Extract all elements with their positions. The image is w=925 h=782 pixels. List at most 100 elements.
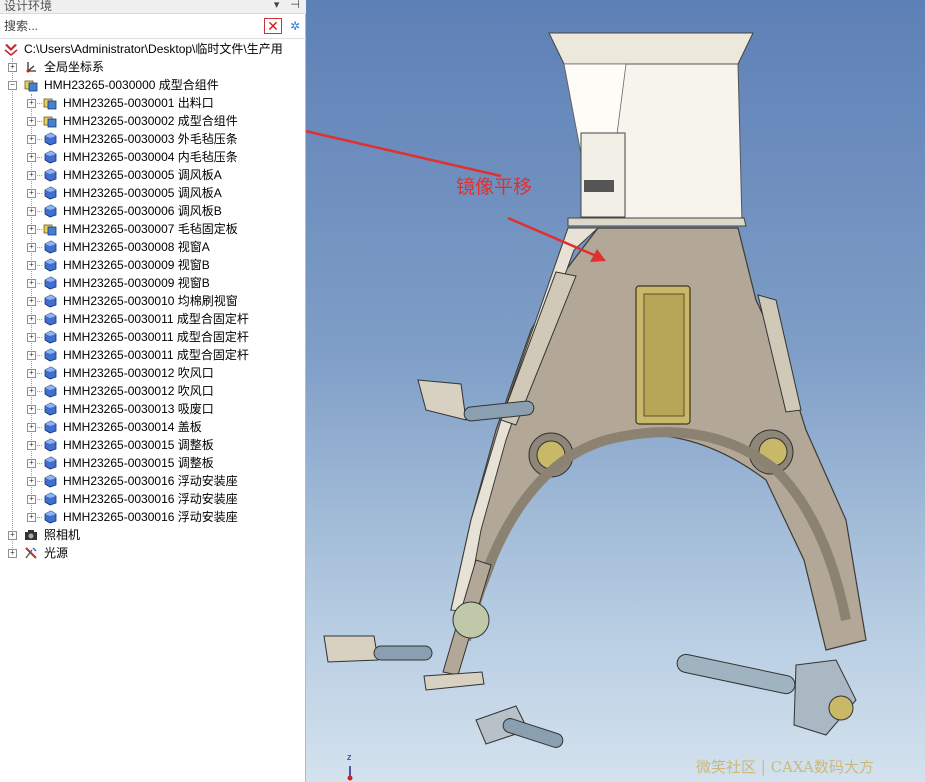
tree-item-label: HMH23265-0030014 盖板 bbox=[63, 420, 202, 434]
tree-item-root[interactable]: C:\Users\Administrator\Desktop\临时文件\生产用 bbox=[0, 40, 305, 58]
tree-item-part[interactable]: + HMH23265-0030003 外毛毡压条 bbox=[0, 130, 305, 148]
tree-item-part[interactable]: + HMH23265-0030008 视窗A bbox=[0, 238, 305, 256]
tree-item-camera[interactable]: + 照相机 bbox=[0, 526, 305, 544]
expand-icon[interactable]: + bbox=[27, 297, 36, 306]
expand-icon[interactable]: + bbox=[27, 441, 36, 450]
expand-icon[interactable]: + bbox=[27, 171, 36, 180]
tree-item-label: 照相机 bbox=[44, 528, 81, 542]
axis-z-label: z bbox=[347, 752, 352, 762]
tree-item-part[interactable]: + HMH23265-0030005 调风板A bbox=[0, 184, 305, 202]
tree-item-label: HMH23265-0030012 吹风口 bbox=[63, 366, 214, 380]
design-environment-panel: 设计环境 ▾ ⊣ ✕ ✲ C:\Users\Administrator\Desk… bbox=[0, 0, 306, 782]
collapse-icon[interactable]: − bbox=[8, 81, 17, 90]
tree-item-light[interactable]: + 光源 bbox=[0, 544, 305, 562]
hopper-window bbox=[580, 132, 626, 218]
tree-item-label: HMH23265-0030001 出料口 bbox=[63, 96, 214, 110]
tree-item-part[interactable]: + HMH23265-0030005 调风板A bbox=[0, 166, 305, 184]
part-icon bbox=[44, 186, 57, 200]
expand-icon[interactable]: + bbox=[27, 477, 36, 486]
assembly-icon bbox=[24, 80, 38, 92]
expand-icon[interactable]: + bbox=[27, 459, 36, 468]
expand-icon[interactable]: + bbox=[27, 495, 36, 504]
part-icon bbox=[44, 420, 57, 434]
filter-icon[interactable]: ✲ bbox=[287, 18, 303, 34]
expand-icon[interactable]: + bbox=[27, 423, 36, 432]
bracket-upper-left bbox=[417, 379, 467, 421]
tree-item-part[interactable]: + HMH23265-0030014 盖板 bbox=[0, 418, 305, 436]
expand-icon[interactable]: + bbox=[27, 189, 36, 198]
tree-item-label: HMH23265-0030015 调整板 bbox=[63, 438, 214, 452]
expand-icon[interactable]: + bbox=[27, 513, 36, 522]
expand-icon[interactable]: + bbox=[27, 117, 36, 126]
tree-item-label: HMH23265-0030009 视窗B bbox=[63, 276, 210, 290]
expand-icon[interactable]: + bbox=[27, 153, 36, 162]
shaft-lower-left bbox=[373, 645, 433, 661]
expand-icon[interactable]: + bbox=[27, 405, 36, 414]
tree-item-part[interactable]: + HMH23265-0030010 均棉刷视窗 bbox=[0, 292, 305, 310]
search-input[interactable] bbox=[2, 17, 264, 35]
tree-item-label: HMH23265-0030011 成型合固定杆 bbox=[63, 312, 249, 326]
tree-item-label: HMH23265-0030015 调整板 bbox=[63, 456, 214, 470]
hopper-top bbox=[548, 32, 754, 65]
tree-item-label: HMH23265-0030016 浮动安装座 bbox=[63, 474, 238, 488]
part-icon bbox=[44, 384, 57, 398]
tree-item-part[interactable]: + HMH23265-0030007 毛毡固定板 bbox=[0, 220, 305, 238]
tree-item-part[interactable]: + HMH23265-0030006 调风板B bbox=[0, 202, 305, 220]
expand-icon[interactable]: + bbox=[27, 387, 36, 396]
tree-item-assembly[interactable]: − HMH23265-0030000 成型合组件 bbox=[0, 76, 305, 94]
panel-header: 设计环境 ▾ ⊣ bbox=[0, 0, 306, 14]
tree-item-part[interactable]: + HMH23265-0030015 调整板 bbox=[0, 454, 305, 472]
tree-item-part[interactable]: + HMH23265-0030013 吸废口 bbox=[0, 400, 305, 418]
expand-icon[interactable]: + bbox=[27, 243, 36, 252]
tree-item-label: HMH23265-0030006 调风板B bbox=[63, 204, 222, 218]
tree-item-part[interactable]: + HMH23265-0030001 出料口 bbox=[0, 94, 305, 112]
tree-item-label: HMH23265-0030011 成型合固定杆 bbox=[63, 330, 249, 344]
tree-item-part[interactable]: + HMH23265-0030015 调整板 bbox=[0, 436, 305, 454]
part-icon bbox=[44, 276, 57, 290]
expand-icon[interactable]: + bbox=[27, 99, 36, 108]
expand-icon[interactable]: + bbox=[27, 369, 36, 378]
tree-item-part[interactable]: + HMH23265-0030011 成型合固定杆 bbox=[0, 328, 305, 346]
expand-icon[interactable]: + bbox=[27, 279, 36, 288]
callout-arrow-line bbox=[306, 129, 502, 178]
tree-item-part[interactable]: + HMH23265-0030016 浮动安装座 bbox=[0, 508, 305, 526]
expand-icon[interactable]: + bbox=[27, 315, 36, 324]
axis-origin bbox=[347, 775, 353, 781]
expand-icon[interactable]: + bbox=[27, 135, 36, 144]
expand-icon[interactable]: + bbox=[27, 261, 36, 270]
tree-item-part[interactable]: + HMH23265-0030012 吹风口 bbox=[0, 382, 305, 400]
tree-item-label: HMH23265-0030005 调风板A bbox=[63, 168, 222, 182]
assembly-icon bbox=[43, 116, 57, 128]
tree-item-part[interactable]: + HMH23265-0030009 视窗B bbox=[0, 274, 305, 292]
expand-icon[interactable]: + bbox=[27, 225, 36, 234]
expand-icon[interactable]: + bbox=[27, 351, 36, 360]
expand-icon[interactable]: + bbox=[8, 549, 17, 558]
expand-icon[interactable]: + bbox=[8, 63, 17, 72]
tree-item-coords[interactable]: + 全局坐标系 bbox=[0, 58, 305, 76]
pin-icon[interactable]: ⊣ bbox=[290, 0, 300, 11]
shaft-right bbox=[676, 653, 796, 695]
tree-item-label: HMH23265-0030016 浮动安装座 bbox=[63, 510, 238, 524]
bracket-lower-left bbox=[323, 635, 379, 663]
part-icon bbox=[44, 366, 57, 380]
clear-search-button[interactable]: ✕ bbox=[264, 18, 282, 34]
tree-item-part[interactable]: + HMH23265-0030016 浮动安装座 bbox=[0, 490, 305, 508]
expand-icon[interactable]: + bbox=[27, 207, 36, 216]
tree-item-part[interactable]: + HMH23265-0030011 成型合固定杆 bbox=[0, 346, 305, 364]
tree-item-label: HMH23265-0030002 成型合组件 bbox=[63, 114, 238, 128]
tree-item-part[interactable]: + HMH23265-0030004 内毛毡压条 bbox=[0, 148, 305, 166]
dropdown-arrow-icon[interactable]: ▾ bbox=[274, 0, 280, 11]
search-row: ✕ ✲ bbox=[0, 15, 306, 39]
expand-icon[interactable]: + bbox=[8, 531, 17, 540]
panel-title: 设计环境 bbox=[4, 0, 53, 13]
part-icon bbox=[44, 204, 57, 218]
annotation-mirror-move: 镜像平移 bbox=[456, 176, 533, 198]
expand-icon[interactable]: + bbox=[27, 333, 36, 342]
tree-item-part[interactable]: + HMH23265-0030009 视窗B bbox=[0, 256, 305, 274]
3d-viewport[interactable]: 镜像平移 z 微笑社区 | CAXA数码大方 bbox=[306, 0, 925, 782]
tree-item-part[interactable]: + HMH23265-0030011 成型合固定杆 bbox=[0, 310, 305, 328]
tree-item-part[interactable]: + HMH23265-0030012 吹风口 bbox=[0, 364, 305, 382]
tree-item-part[interactable]: + HMH23265-0030016 浮动安装座 bbox=[0, 472, 305, 490]
part-icon bbox=[44, 312, 57, 326]
tree-item-part[interactable]: + HMH23265-0030002 成型合组件 bbox=[0, 112, 305, 130]
